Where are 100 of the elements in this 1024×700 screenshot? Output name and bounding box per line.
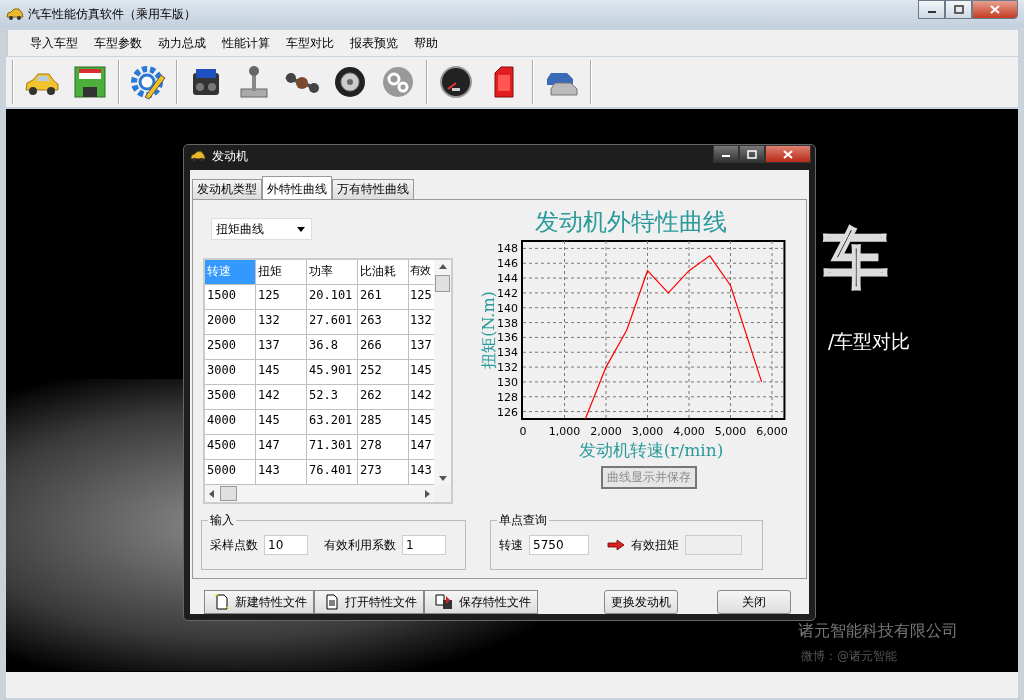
table-cell: 52.3 bbox=[307, 385, 358, 410]
column-header[interactable]: 扭矩 bbox=[256, 260, 307, 285]
table-cell: 45.901 bbox=[307, 360, 358, 385]
y-tick-label: 140 bbox=[497, 301, 518, 315]
scroll-right-icon bbox=[425, 489, 430, 498]
input-field[interactable]: 10 bbox=[264, 535, 308, 555]
table-cell: 1500 bbox=[205, 285, 256, 310]
table-cell: 63.201 bbox=[307, 410, 358, 435]
menu-item[interactable]: 导入车型 bbox=[22, 34, 86, 52]
y-tick-label: 128 bbox=[497, 390, 518, 404]
curve-dropdown[interactable]: 扭矩曲线 bbox=[211, 218, 312, 240]
logo-text: 车 bbox=[824, 227, 888, 291]
table-cell: 20.101 bbox=[307, 285, 358, 310]
input-field[interactable]: 5750 bbox=[529, 535, 589, 555]
close-dialog-button[interactable]: 关闭 bbox=[717, 590, 791, 614]
result-field bbox=[685, 535, 742, 555]
table-cell: 132 bbox=[256, 310, 307, 335]
menu-item[interactable]: 报表预览 bbox=[342, 34, 406, 52]
chart-title: 发动机外特性曲线 bbox=[535, 208, 727, 236]
group-title: 输入 bbox=[208, 512, 236, 529]
maximize-icon bbox=[747, 149, 757, 159]
car-icon bbox=[190, 150, 206, 162]
dropdown-caret-icon bbox=[297, 226, 305, 232]
table-cell: 262 bbox=[358, 385, 409, 410]
tab[interactable]: 万有特性曲线 bbox=[332, 179, 414, 199]
subtitle-text: /车型对比 bbox=[828, 329, 911, 354]
table-cell: 137 bbox=[256, 335, 307, 360]
scroll-up-icon bbox=[438, 264, 447, 269]
document-icon bbox=[325, 594, 339, 610]
change-engine-button[interactable]: 更换发动机 bbox=[604, 590, 678, 614]
window-title: 汽车性能仿真软件（乘用车版） bbox=[28, 5, 196, 23]
minimize-button[interactable] bbox=[918, 0, 945, 19]
maximize-button[interactable] bbox=[945, 0, 972, 19]
menu-item[interactable]: 帮助 bbox=[406, 34, 446, 52]
table-cell: 261 bbox=[358, 285, 409, 310]
y-tick-label: 142 bbox=[497, 286, 518, 300]
y-tick-label: 126 bbox=[497, 405, 518, 419]
company-name: 诸元智能科技有限公司 bbox=[798, 621, 958, 642]
y-tick-label: 132 bbox=[497, 361, 518, 375]
close-button[interactable] bbox=[765, 145, 811, 163]
new-file-icon bbox=[215, 594, 229, 610]
field-label: 有效利用系数 bbox=[324, 536, 396, 554]
x-axis-label: 发动机转速(r/min) bbox=[578, 440, 724, 460]
y-tick-label: 138 bbox=[497, 316, 518, 330]
car-icon bbox=[6, 7, 24, 21]
file-button[interactable]: 打开特性文件 bbox=[314, 590, 424, 614]
file-button[interactable]: 保存特性文件 bbox=[424, 590, 538, 614]
y-tick-label: 134 bbox=[497, 346, 518, 360]
weibo-text: 微博：@诸元智能 bbox=[801, 648, 897, 665]
field-label: 有效扭矩 bbox=[631, 536, 679, 554]
scroll-thumb[interactable] bbox=[220, 486, 237, 501]
table-cell: 3000 bbox=[205, 360, 256, 385]
table-cell: 2500 bbox=[205, 335, 256, 360]
file-button[interactable]: 新建特性文件 bbox=[204, 590, 314, 614]
table-cell: 71.301 bbox=[307, 435, 358, 460]
group-title: 单点查询 bbox=[497, 512, 549, 529]
scroll-thumb[interactable] bbox=[435, 275, 450, 292]
maximize-button[interactable] bbox=[739, 145, 765, 163]
table-cell: 36.8 bbox=[307, 335, 358, 360]
table-cell: 142 bbox=[256, 385, 307, 410]
table-cell: 285 bbox=[358, 410, 409, 435]
close-icon bbox=[783, 149, 793, 159]
close-icon bbox=[990, 5, 1000, 14]
table-cell: 4000 bbox=[205, 410, 256, 435]
table-cell: 145 bbox=[256, 410, 307, 435]
input-field[interactable]: 1 bbox=[402, 535, 446, 555]
maximize-icon bbox=[953, 5, 964, 14]
tab[interactable]: 发动机类型 bbox=[192, 179, 262, 199]
y-tick-label: 146 bbox=[497, 257, 518, 271]
menu-item[interactable]: 动力总成 bbox=[150, 34, 214, 52]
y-tick-label: 144 bbox=[497, 272, 518, 286]
table-cell: 27.601 bbox=[307, 310, 358, 335]
x-tick-label: 3,000 bbox=[631, 425, 664, 438]
column-header[interactable]: 比油耗 bbox=[358, 260, 409, 285]
dialog-title: 发动机 bbox=[212, 147, 248, 165]
x-tick-label: 2,000 bbox=[590, 425, 622, 438]
table-cell: 252 bbox=[358, 360, 409, 385]
menu-item[interactable]: 性能计算 bbox=[214, 34, 278, 52]
table-cell: 2000 bbox=[205, 310, 256, 335]
horizontal-scrollbar[interactable] bbox=[205, 485, 451, 502]
x-tick-label: 5,000 bbox=[714, 425, 747, 438]
table-cell: 147 bbox=[256, 435, 307, 460]
x-tick-label: 4,000 bbox=[673, 425, 705, 438]
menu-item[interactable]: 车型参数 bbox=[86, 34, 150, 52]
x-tick-label: 0 bbox=[519, 425, 527, 438]
column-header[interactable]: 功率 bbox=[307, 260, 358, 285]
table-cell: 278 bbox=[358, 435, 409, 460]
save-file-icon bbox=[435, 594, 453, 610]
x-tick-label: 6,000 bbox=[756, 425, 788, 438]
tab[interactable]: 外特性曲线 bbox=[262, 176, 332, 199]
menu-item[interactable]: 车型对比 bbox=[278, 34, 342, 52]
y-tick-label: 136 bbox=[497, 331, 518, 345]
minimize-button[interactable] bbox=[713, 145, 739, 163]
field-label: 采样点数 bbox=[210, 536, 258, 554]
table-cell: 145 bbox=[256, 360, 307, 385]
vertical-scrollbar[interactable] bbox=[434, 260, 451, 485]
y-tick-label: 148 bbox=[497, 242, 518, 256]
arrow-icon bbox=[607, 540, 625, 550]
y-tick-label: 130 bbox=[497, 375, 518, 389]
x-tick-label: 1,000 bbox=[548, 425, 581, 438]
